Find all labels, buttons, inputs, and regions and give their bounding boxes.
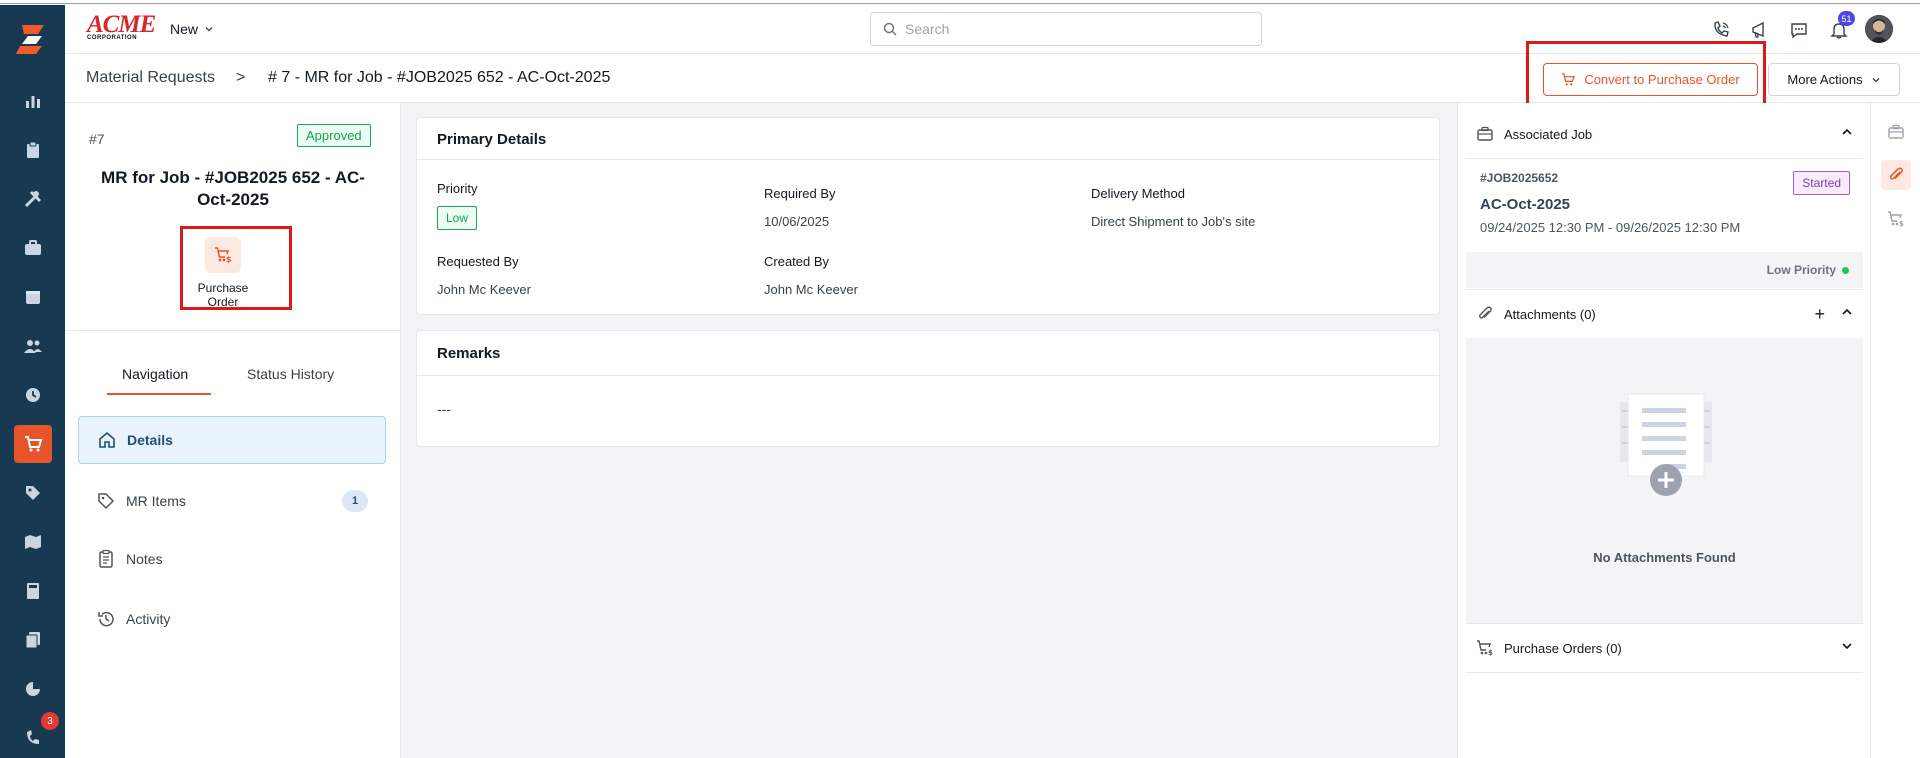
associated-job-card[interactable]: #JOB2025652 AC-Oct-2025 09/24/2025 12:30… bbox=[1466, 158, 1863, 252]
tools-nav-icon[interactable] bbox=[14, 180, 52, 218]
delivery-method-label: Delivery Method bbox=[1091, 186, 1185, 201]
created-by-value: John Mc Keever bbox=[764, 282, 858, 297]
tasks-nav-icon[interactable] bbox=[14, 131, 52, 169]
chevron-down-icon bbox=[205, 27, 213, 32]
support-badge: 3 bbox=[41, 712, 59, 730]
app-logo-icon[interactable] bbox=[14, 21, 50, 57]
chat-icon[interactable] bbox=[1787, 18, 1811, 42]
primary-details-card: Primary Details Priority Low Required By… bbox=[416, 117, 1440, 315]
remarks-card: Remarks --- bbox=[416, 330, 1440, 447]
main-sidebar: 3 bbox=[0, 5, 65, 758]
status-badge: Approved bbox=[297, 124, 371, 147]
record-title: MR for Job - #JOB2025 652 - AC-Oct-2025 bbox=[101, 168, 365, 209]
megaphone-icon[interactable] bbox=[1748, 18, 1772, 42]
cart-nav-icon[interactable] bbox=[14, 425, 52, 463]
company-logo[interactable]: ACME CORPORATION bbox=[87, 12, 156, 41]
divider bbox=[65, 330, 401, 331]
history-icon bbox=[98, 611, 114, 627]
home-icon bbox=[99, 431, 115, 448]
empty-documents-icon bbox=[1620, 393, 1712, 496]
no-attachments-text: No Attachments Found bbox=[1593, 550, 1736, 565]
user-avatar[interactable] bbox=[1865, 15, 1893, 43]
cart-dollar-icon[interactable]: $ bbox=[1881, 204, 1911, 234]
chevron-down-icon[interactable] bbox=[1841, 640, 1853, 652]
pricebook-nav-icon[interactable] bbox=[14, 474, 52, 512]
associated-job-header[interactable]: Associated Job bbox=[1466, 110, 1863, 158]
nav-item-activity[interactable]: Activity bbox=[78, 595, 386, 643]
divider bbox=[1466, 672, 1863, 673]
record-summary-panel: #7 Approved MR for Job - #JOB2025 652 - … bbox=[65, 103, 401, 758]
highlight-box bbox=[180, 226, 292, 310]
priority-badge: Low bbox=[437, 206, 478, 230]
required-by-label: Required By bbox=[764, 186, 836, 201]
phone-icon[interactable] bbox=[1709, 18, 1733, 42]
tab-navigation[interactable]: Navigation bbox=[122, 366, 188, 382]
nav-item-notes[interactable]: Notes bbox=[78, 535, 386, 583]
map-nav-icon[interactable] bbox=[14, 523, 52, 561]
documents-nav-icon[interactable] bbox=[14, 621, 52, 659]
chevron-down-icon bbox=[1872, 77, 1880, 82]
search-input[interactable] bbox=[905, 21, 1235, 37]
tag-icon bbox=[98, 493, 115, 510]
briefcase-icon[interactable] bbox=[1881, 117, 1911, 147]
analytics-nav-icon[interactable] bbox=[14, 670, 52, 708]
search-box[interactable] bbox=[870, 12, 1262, 46]
job-name: AC-Oct-2025 bbox=[1480, 196, 1571, 213]
briefcase-icon bbox=[1477, 126, 1493, 141]
notes-icon bbox=[99, 549, 113, 568]
priority-label: Priority bbox=[437, 181, 478, 196]
page-title: # 7 - MR for Job - #JOB2025 652 - AC-Oct… bbox=[268, 69, 611, 86]
created-by-label: Created By bbox=[764, 254, 830, 269]
record-number: #7 bbox=[89, 131, 105, 147]
search-icon bbox=[883, 22, 897, 36]
related-panel: Associated Job #JOB2025652 AC-Oct-2025 0… bbox=[1457, 103, 1870, 758]
job-priority: Low Priority bbox=[1766, 263, 1836, 277]
requested-by-label: Requested By bbox=[437, 254, 519, 269]
job-dates: 09/24/2025 12:30 PM - 09/26/2025 12:30 P… bbox=[1480, 220, 1741, 235]
attachments-header[interactable]: Attachments (0) + bbox=[1466, 290, 1863, 338]
active-tab-indicator bbox=[107, 393, 211, 395]
more-actions-button[interactable]: More Actions bbox=[1768, 63, 1900, 96]
primary-details-heading: Primary Details bbox=[417, 118, 1439, 160]
requested-by-value: John Mc Keever bbox=[437, 282, 531, 297]
new-dropdown-button[interactable]: New bbox=[170, 21, 214, 37]
attachments-empty-state: No Attachments Found bbox=[1466, 338, 1863, 623]
time-nav-icon[interactable] bbox=[14, 376, 52, 414]
paperclip-icon[interactable] bbox=[1881, 160, 1911, 190]
mr-items-count-badge: 1 bbox=[342, 490, 368, 512]
window-top-border bbox=[0, 0, 1920, 4]
related-shortcuts-rail: $ bbox=[1870, 103, 1920, 758]
chevron-up-icon[interactable] bbox=[1841, 126, 1853, 138]
purchase-orders-header[interactable]: $ Purchase Orders (0) bbox=[1466, 624, 1863, 672]
nav-item-mr-items[interactable]: MR Items 1 bbox=[78, 477, 386, 525]
estimates-nav-icon[interactable] bbox=[14, 572, 52, 610]
chevron-up-icon[interactable] bbox=[1841, 306, 1853, 318]
calendar-nav-icon[interactable] bbox=[14, 278, 52, 316]
remarks-heading: Remarks bbox=[417, 331, 1439, 376]
breadcrumb-separator: > bbox=[236, 69, 246, 86]
customers-nav-icon[interactable] bbox=[14, 327, 52, 365]
svg-text:$: $ bbox=[1899, 220, 1904, 228]
breadcrumb-material-requests-link[interactable]: Material Requests bbox=[86, 69, 215, 87]
paperclip-icon bbox=[1478, 306, 1492, 319]
job-priority-row: Low Priority bbox=[1466, 252, 1863, 288]
reports-nav-icon[interactable] bbox=[14, 82, 52, 120]
remarks-value: --- bbox=[437, 401, 451, 417]
notification-badge: 51 bbox=[1838, 11, 1855, 26]
nav-item-details[interactable]: Details bbox=[78, 416, 386, 464]
required-by-value: 10/06/2025 bbox=[764, 214, 830, 229]
priority-dot-icon bbox=[1842, 266, 1849, 274]
job-status-badge: Started bbox=[1793, 171, 1850, 195]
svg-text:$: $ bbox=[1488, 649, 1493, 657]
tab-status-history[interactable]: Status History bbox=[247, 366, 334, 382]
jobs-nav-icon[interactable] bbox=[14, 229, 52, 267]
delivery-method-value: Direct Shipment to Job's site bbox=[1091, 214, 1256, 229]
add-attachment-icon[interactable]: + bbox=[1814, 304, 1825, 325]
cart-dollar-icon: $ bbox=[1477, 640, 1493, 657]
